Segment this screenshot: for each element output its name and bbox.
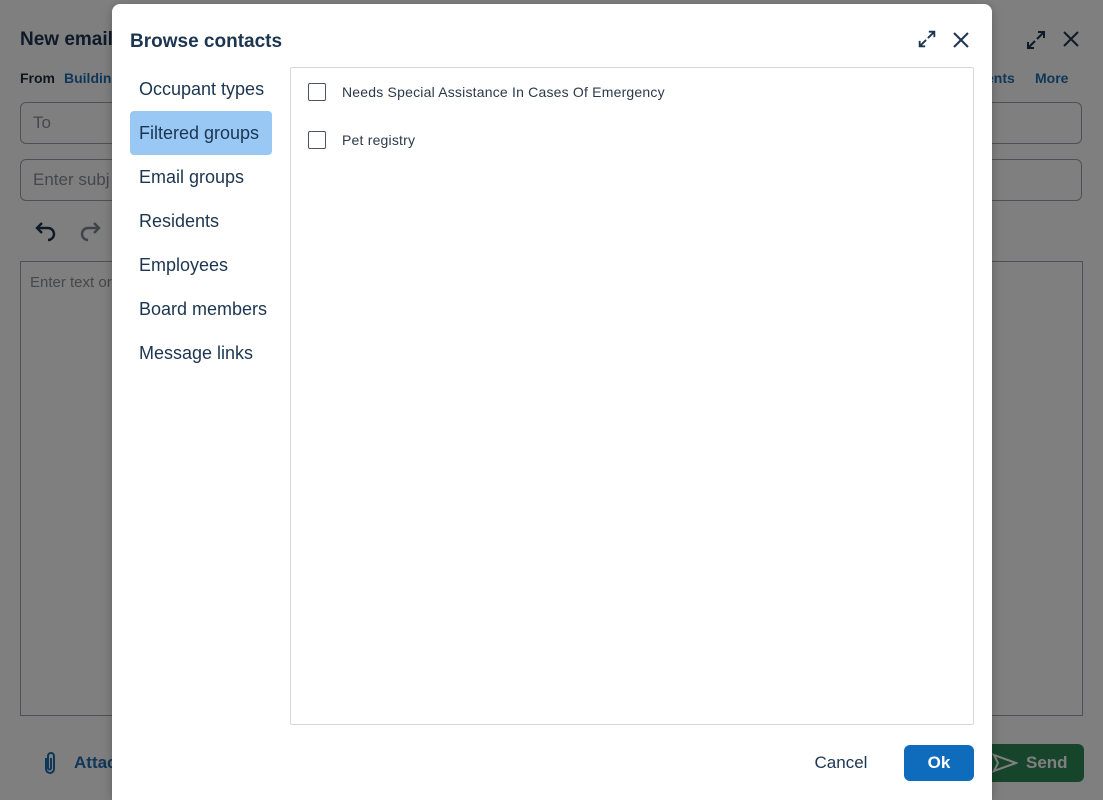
contact-category-nav: Occupant types Filtered groups Email gro… (130, 67, 272, 375)
close-icon[interactable] (950, 29, 972, 51)
group-option-pet-registry[interactable]: Pet registry (308, 129, 415, 151)
nav-item-message-links[interactable]: Message links (130, 331, 272, 375)
option-label: Pet registry (342, 132, 416, 148)
checkbox[interactable] (308, 131, 326, 149)
nav-item-employees[interactable]: Employees (130, 243, 272, 287)
ok-button[interactable]: Ok (904, 745, 974, 781)
checkbox[interactable] (308, 83, 326, 101)
cancel-button[interactable]: Cancel (800, 744, 882, 782)
nav-item-occupant-types[interactable]: Occupant types (130, 67, 272, 111)
expand-icon[interactable] (916, 28, 938, 50)
filtered-groups-panel: Needs Special Assistance In Cases Of Eme… (290, 67, 974, 725)
nav-item-filtered-groups[interactable]: Filtered groups (130, 111, 272, 155)
group-option-special-assistance[interactable]: Needs Special Assistance In Cases Of Eme… (308, 81, 665, 103)
nav-item-email-groups[interactable]: Email groups (130, 155, 272, 199)
browse-contacts-dialog: Browse contacts Occupant types Filtered … (112, 4, 992, 800)
option-label: Needs Special Assistance In Cases Of Eme… (342, 84, 665, 100)
nav-item-board-members[interactable]: Board members (130, 287, 272, 331)
nav-item-residents[interactable]: Residents (130, 199, 272, 243)
dialog-title: Browse contacts (130, 31, 283, 52)
